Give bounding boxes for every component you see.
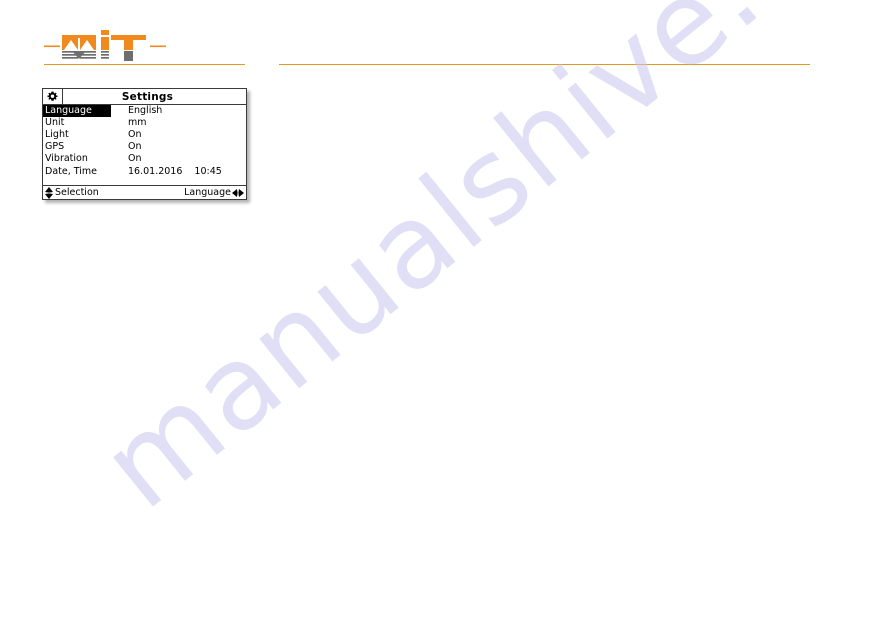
settings-label: Language (43, 105, 111, 117)
settings-value: On (128, 141, 142, 152)
statusbar-left-label: Selection (55, 187, 99, 198)
lcd-titlebar: Settings (43, 89, 246, 105)
settings-value: On (128, 153, 142, 164)
lcd-title: Settings (121, 90, 174, 103)
settings-value-time: 10:45 (194, 166, 222, 177)
settings-value: English (128, 105, 163, 116)
statusbar-left-group[interactable]: Selection (43, 186, 99, 199)
left-right-arrows-icon (232, 188, 244, 198)
settings-row-language[interactable]: Language English (43, 105, 246, 117)
watermark-text: manualshive.com (77, 0, 893, 535)
statusbar-right-label: Language (184, 187, 231, 198)
header-rule-right (279, 64, 810, 65)
settings-row-vibration[interactable]: Vibration On (43, 153, 246, 165)
statusbar-right-group[interactable]: Language (184, 187, 246, 198)
settings-label: Unit (45, 117, 65, 128)
settings-label: GPS (45, 141, 65, 152)
settings-list: Language English Unit mm Light On GPS On… (43, 105, 246, 185)
gear-icon (43, 89, 63, 104)
up-down-arrows-icon (44, 186, 54, 199)
mit-logo (44, 29, 166, 62)
settings-value: On (128, 129, 142, 140)
mit-logo-icon (44, 30, 166, 61)
settings-row-date-time[interactable]: Date, Time 16.01.2016 10:45 (43, 165, 246, 179)
lcd-statusbar: Selection Language (43, 185, 246, 199)
settings-label: Light (45, 129, 69, 140)
settings-row-unit[interactable]: Unit mm (43, 117, 246, 129)
settings-label: Vibration (45, 153, 88, 164)
device-screen-settings: Settings Language English Unit mm Light … (42, 88, 247, 200)
settings-row-light[interactable]: Light On (43, 129, 246, 141)
settings-value-date: 16.01.2016 (128, 166, 183, 177)
settings-label: Date, Time (45, 166, 97, 177)
settings-row-gps[interactable]: GPS On (43, 141, 246, 153)
settings-value: mm (128, 117, 147, 128)
header-rule-left (44, 64, 245, 65)
